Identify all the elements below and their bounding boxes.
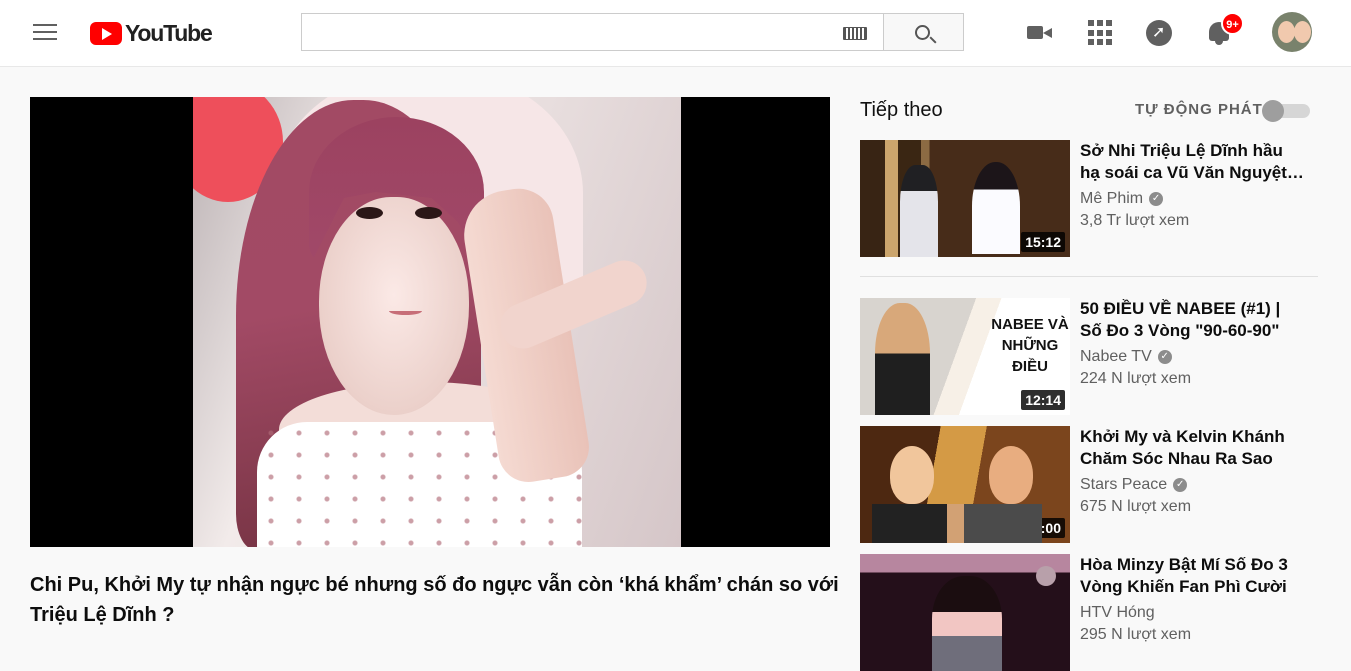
face-shape <box>319 197 469 415</box>
video-camera-icon[interactable] <box>1027 20 1053 46</box>
logo-text: YouTube <box>125 20 213 46</box>
avatar-face-icon <box>1294 21 1311 43</box>
autoplay-toggle[interactable] <box>1262 100 1310 122</box>
play-logo-icon <box>90 22 122 45</box>
search-button[interactable] <box>884 13 964 51</box>
video-info: Khởi My và Kelvin Khánh Chăm Sóc Nhau Ra… <box>1080 426 1305 518</box>
recommended-video-title[interactable]: Hòa Minzy Bật Mí Số Đo 3 Vòng Khiến Fan … <box>1080 554 1305 598</box>
keyboard-icon[interactable] <box>843 27 867 40</box>
channel-name[interactable]: Mê Phim ✓ <box>1080 188 1305 210</box>
video-thumbnail[interactable] <box>860 554 1070 671</box>
avatar-face-icon <box>1278 21 1295 43</box>
youtube-logo[interactable]: YouTube <box>90 20 213 47</box>
search-bar <box>301 13 964 51</box>
avatar[interactable] <box>1272 12 1312 52</box>
notification-count-badge: 9+ <box>1221 12 1244 35</box>
verified-check-icon: ✓ <box>1157 350 1172 364</box>
share-icon[interactable] <box>1146 20 1172 46</box>
search-box <box>301 13 884 51</box>
mouth-shape <box>389 307 422 315</box>
left-eye-shape <box>356 207 383 219</box>
recommended-video[interactable]: 18:00 Khởi My và Kelvin Khánh Chăm Sóc N… <box>860 426 1318 543</box>
view-count: 295 N lượt xem <box>1080 626 1192 643</box>
right-eye-shape <box>415 207 442 219</box>
channel-name-text: Mê Phim <box>1080 190 1144 207</box>
autoplay-toggle-knob <box>1262 100 1284 122</box>
menu-icon[interactable] <box>33 24 57 42</box>
section-divider <box>860 276 1318 277</box>
channel-name-text: Stars Peace <box>1080 476 1168 493</box>
view-count: 224 N lượt xem <box>1080 370 1192 387</box>
video-info: 50 ĐIỀU VỀ NABEE (#1) | Số Đo 3 Vòng "90… <box>1080 298 1305 390</box>
channel-name[interactable]: Stars Peace ✓ <box>1080 474 1305 496</box>
video-info: Hòa Minzy Bật Mí Số Đo 3 Vòng Khiến Fan … <box>1080 554 1305 646</box>
channel-name-text: HTV Hóng <box>1080 604 1155 621</box>
view-count: 675 N lượt xem <box>1080 498 1192 515</box>
duration-badge: 12:14 <box>1021 390 1065 410</box>
recommended-video[interactable]: Hòa Minzy Bật Mí Số Đo 3 Vòng Khiến Fan … <box>860 554 1318 671</box>
channel-name-text: Nabee TV <box>1080 348 1152 365</box>
duration-badge: 18:00 <box>1021 518 1065 538</box>
video-info: Sở Nhi Triệu Lệ Dĩnh hầu hạ soái ca Vũ V… <box>1080 140 1305 232</box>
view-count: 3,8 Tr lượt xem <box>1080 212 1190 229</box>
up-next-header: Tiếp theo TỰ ĐỘNG PHÁT <box>860 98 1310 122</box>
search-input[interactable] <box>302 14 822 50</box>
video-frame <box>193 97 681 547</box>
recommended-video-title[interactable]: 50 ĐIỀU VỀ NABEE (#1) | Số Đo 3 Vòng "90… <box>1080 298 1305 342</box>
apps-icon[interactable] <box>1088 20 1114 46</box>
search-icon <box>915 25 930 40</box>
video-title: Chi Pu, Khởi My tự nhận ngực bé nhưng số… <box>30 574 839 626</box>
channel-name[interactable]: Nabee TV ✓ <box>1080 346 1305 368</box>
verified-check-icon: ✓ <box>1149 192 1164 206</box>
recommended-video-title[interactable]: Sở Nhi Triệu Lệ Dĩnh hầu hạ soái ca Vũ V… <box>1080 140 1305 184</box>
video-player[interactable] <box>30 97 830 547</box>
autoplay-label: TỰ ĐỘNG PHÁT <box>1135 101 1263 118</box>
video-thumbnail[interactable]: 18:00 <box>860 426 1070 543</box>
top-navigation-bar: YouTube 9+ <box>0 0 1351 67</box>
video-thumbnail[interactable]: 12:14 <box>860 298 1070 415</box>
recommended-video-title[interactable]: Khởi My và Kelvin Khánh Chăm Sóc Nhau Ra… <box>1080 426 1305 470</box>
video-thumbnail[interactable]: 15:12 <box>860 140 1070 257</box>
recommended-video[interactable]: 15:12 Sở Nhi Triệu Lệ Dĩnh hầu hạ soái c… <box>860 140 1318 257</box>
recommended-video[interactable]: 12:14 50 ĐIỀU VỀ NABEE (#1) | Số Đo 3 Vò… <box>860 298 1318 415</box>
channel-name[interactable]: HTV Hóng <box>1080 602 1305 624</box>
verified-check-icon: ✓ <box>1173 478 1188 492</box>
duration-badge: 15:12 <box>1021 232 1065 252</box>
